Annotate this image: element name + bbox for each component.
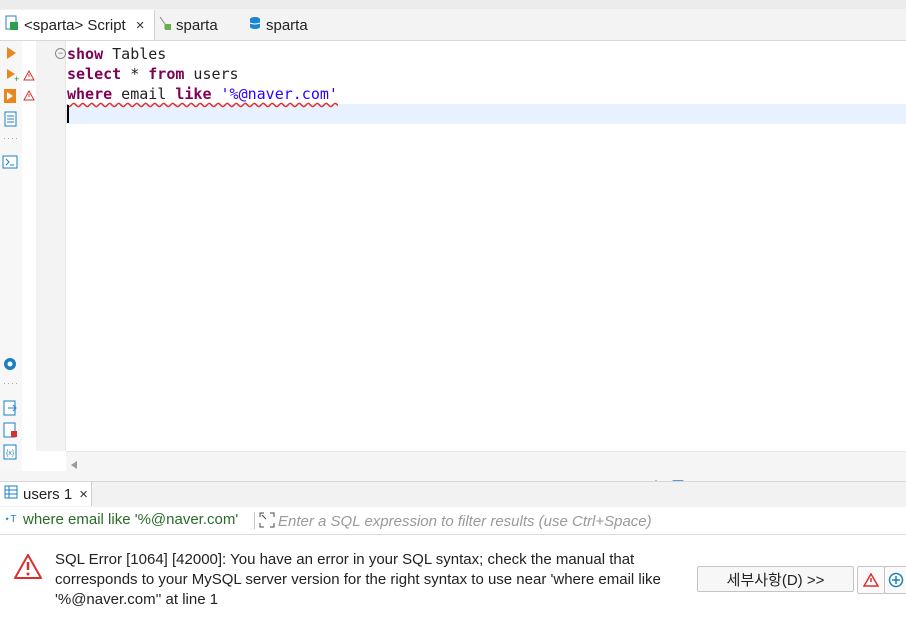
connection-icon	[158, 15, 172, 35]
query-text-icon: ⋆T	[4, 511, 20, 528]
svg-text:+: +	[14, 74, 19, 82]
tab-sparta-script[interactable]: <sparta> Script ×	[0, 10, 155, 40]
variables-icon[interactable]: {x}	[3, 444, 18, 463]
code-text: *	[121, 65, 149, 83]
warning-triangle-icon[interactable]	[23, 68, 35, 84]
keyword: like	[175, 85, 212, 103]
expand-details-button[interactable]	[884, 566, 906, 594]
execute-in-new-tab-icon[interactable]: +	[5, 68, 19, 85]
code-line-3: where email like '%@naver.com'	[67, 84, 338, 104]
line-gutter	[36, 41, 66, 451]
code-text: email	[112, 85, 176, 103]
code-text: users	[184, 65, 239, 83]
code-line-2: select * from users	[67, 64, 239, 84]
execute-statement-icon[interactable]	[5, 46, 17, 63]
settings-gear-icon[interactable]	[2, 356, 18, 375]
tab-users-1[interactable]: users 1 ×	[0, 482, 92, 506]
results-tab-bar	[0, 481, 906, 508]
close-tab-icon[interactable]: ×	[136, 17, 145, 34]
keyword: select	[67, 65, 122, 83]
keyword: from	[148, 65, 185, 83]
warning-triangle-icon[interactable]	[23, 88, 35, 104]
menu-strip-remnant	[0, 0, 906, 9]
details-button[interactable]: 세부사항(D) >>	[697, 566, 854, 592]
error-log-button[interactable]	[857, 566, 885, 594]
code-text: Tables	[103, 45, 167, 63]
database-icon	[248, 15, 262, 35]
tab-label: sparta	[176, 16, 218, 34]
tab-label: sparta	[266, 16, 308, 34]
plus-circle-icon	[888, 572, 904, 588]
filter-expression-input[interactable]	[278, 510, 898, 532]
expand-filter-icon[interactable]	[259, 512, 275, 531]
code-line-1: show Tables	[67, 44, 166, 64]
error-warning-icon	[863, 573, 879, 587]
problem-marker-column	[22, 41, 36, 451]
tab-sparta-connection[interactable]: sparta	[158, 10, 238, 40]
panel-sash[interactable]	[0, 471, 906, 485]
tab-label: <sparta> Script	[24, 16, 126, 34]
explain-plan-icon[interactable]	[3, 111, 18, 130]
sql-error-message: SQL Error [1064] [42000]: You have an er…	[55, 551, 661, 608]
query-text: where email like '%@naver.com'	[23, 511, 239, 528]
script-file-icon	[4, 15, 20, 35]
execute-script-icon[interactable]	[3, 88, 18, 107]
tab-label: users 1	[23, 485, 73, 503]
string-literal: '%@naver.com'	[220, 85, 338, 103]
editor-toolbar: + ···· ···· {x}	[0, 41, 22, 471]
fold-toggle-icon[interactable]: −	[55, 48, 66, 59]
tab-sparta-database[interactable]: sparta	[248, 10, 338, 40]
toolbar-separator: ····	[3, 378, 19, 388]
toolbar-separator: ····	[3, 133, 19, 143]
text-caret	[67, 105, 69, 123]
error-triangle-icon	[13, 553, 43, 583]
svg-text:⋆T: ⋆T	[4, 514, 16, 524]
keyword: show	[67, 45, 104, 63]
close-tab-icon[interactable]: ×	[79, 486, 88, 503]
svg-text:{x}: {x}	[6, 450, 15, 457]
current-query-text[interactable]: ⋆T where email like '%@naver.com'	[4, 511, 238, 528]
filter-separator	[254, 512, 255, 529]
grid-icon	[4, 485, 18, 503]
keyword: where	[67, 85, 113, 103]
current-line-highlight	[66, 104, 906, 124]
load-script-icon[interactable]	[3, 422, 18, 441]
horizontal-scrollbar[interactable]	[66, 451, 906, 472]
export-icon[interactable]	[3, 400, 18, 419]
terminal-icon[interactable]	[2, 155, 18, 172]
